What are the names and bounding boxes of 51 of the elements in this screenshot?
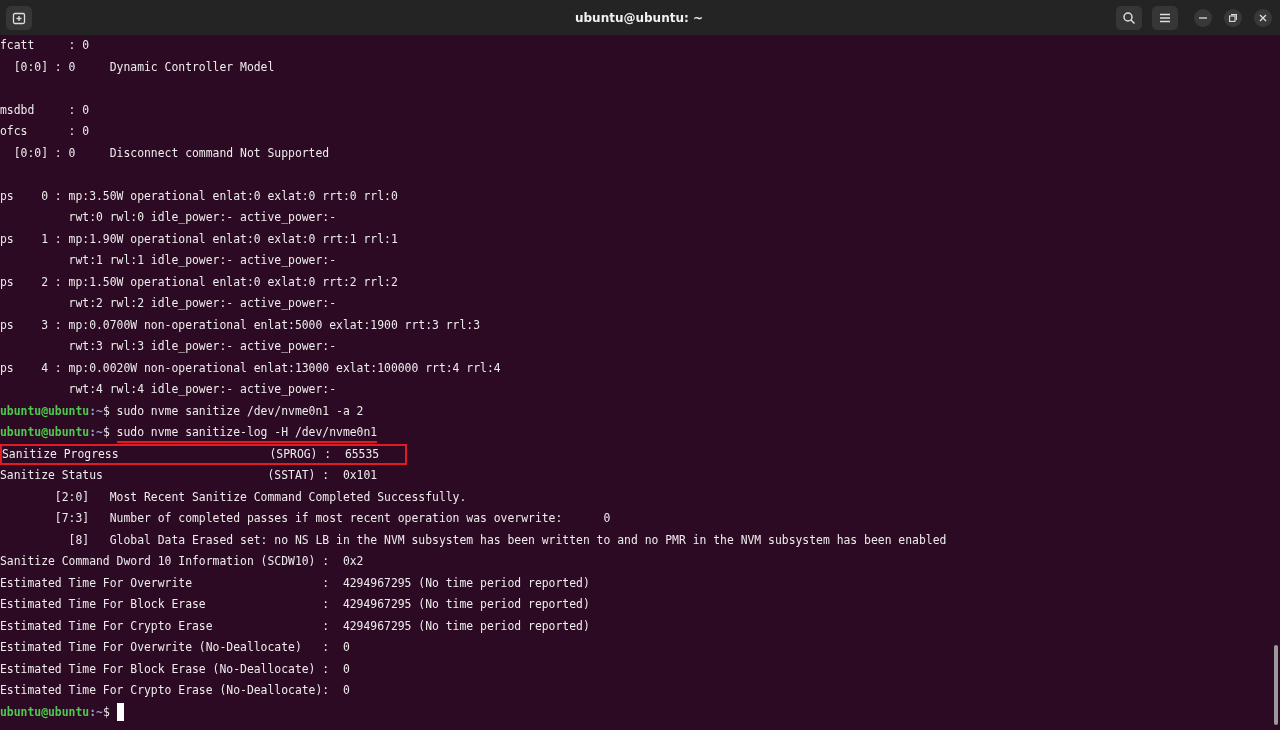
scrollbar[interactable] [1274, 645, 1278, 725]
output-line: Estimated Time For Crypto Erase : 4294967295 (No time period reported) [0, 618, 590, 633]
output-line: Estimated Time For Crypto Erase (No-Deallocate): 0 [0, 683, 350, 697]
output-line: [2:0] Most Recent Sanitize Command Completed Successfully. [53, 489, 467, 504]
prompt-user: ubuntu@ubuntu [0, 704, 90, 719]
output-line: Estimated Time For Overwrite (No-Deallocate) : 0 [0, 640, 350, 654]
prompt-symbol: $ [102, 403, 110, 418]
output-line: ps 2 : mp:1.50W operational enlat:0 exlat:0 rrt:2 rrl:2 [0, 274, 398, 289]
new-tab-icon [12, 10, 26, 25]
output-line: ps 1 : mp:1.90W operational enlat:0 exlat:0 rrt:1 rrl:1 [0, 231, 398, 246]
output-line: Sanitize Status (SSTAT) : 0x101 [0, 468, 378, 482]
prompt-path: :~ [89, 425, 103, 439]
output-line: msdbd : 0 [0, 102, 90, 117]
prompt-path: :~ [89, 403, 103, 418]
prompt-user: ubuntu@ubuntu [0, 425, 90, 439]
output-line: rwt:0 rwl:0 idle_power:- active_power:- [67, 210, 337, 224]
prompt-path: :~ [89, 704, 103, 719]
menu-icon [1159, 11, 1171, 24]
close-icon [1259, 13, 1267, 22]
minimize-button[interactable] [1194, 8, 1212, 27]
minimize-icon [1199, 16, 1207, 19]
output-line: ps 4 : mp:0.0020W non-operational enlat:13000 exlat:100000 rrt:4 rrl:4 [0, 360, 501, 375]
window-title: ubuntu@ubuntu: ~ [575, 10, 703, 25]
search-button[interactable] [1116, 5, 1142, 30]
output-line: Estimated Time For Overwrite : 4294967295 (No time period reported) [0, 575, 590, 590]
output-line: ps 0 : mp:3.50W operational enlat:0 exlat:0 rrt:0 rrl:0 [0, 188, 398, 203]
output-line: [0:0] : 0 Disconnect command Not Supported [12, 145, 330, 160]
prompt-user: ubuntu@ubuntu [0, 403, 90, 418]
command-text: sudo nvme sanitize-log -H /dev/nvme0n1 [116, 423, 378, 443]
output-line: rwt:4 rwl:4 idle_power:- active_power:- [67, 382, 337, 396]
prompt-symbol: $ [102, 704, 110, 719]
search-icon [1122, 10, 1136, 25]
command-text: sudo nvme sanitize /dev/nvme0n1 -a 2 [116, 402, 364, 420]
output-line: ps 3 : mp:0.0700W non-operational enlat:5000 exlat:1900 rrt:3 rrl:3 [0, 317, 481, 332]
new-tab-button[interactable] [6, 5, 32, 30]
output-line: Estimated Time For Block Erase (No-Deallocate) : 0 [0, 661, 350, 676]
restore-icon [1229, 13, 1237, 22]
prompt-symbol: $ [102, 425, 110, 439]
output-line: Estimated Time For Block Erase : 4294967295 (No time period reported) [0, 597, 590, 611]
output-line: Sanitize Command Dword 10 Information (SCDW10) : 0x2 [0, 554, 364, 568]
output-line: ofcs : 0 [0, 124, 90, 138]
restore-button[interactable] [1224, 8, 1242, 27]
menu-button[interactable] [1152, 5, 1178, 30]
output-line: [8] Global Data Erased set: no NS LB in the NVM subsystem has been written to and no PMR in the NVM subsystem has been enabled [67, 532, 947, 547]
output-line: [7:3] Number of completed passes if most recent operation was overwrite: 0 [53, 511, 611, 525]
output-line: fcatt : 0 [0, 38, 90, 52]
output-line: [0:0] : 0 Dynamic Controller Model [12, 59, 275, 74]
close-button[interactable] [1254, 8, 1272, 27]
output-line: rwt:3 rwl:3 idle_power:- active_power:- [67, 339, 337, 353]
output-line: rwt:2 rwl:2 idle_power:- active_power:- [67, 296, 337, 310]
output-line: rwt:1 rwl:1 idle_power:- active_power:- [67, 253, 337, 267]
